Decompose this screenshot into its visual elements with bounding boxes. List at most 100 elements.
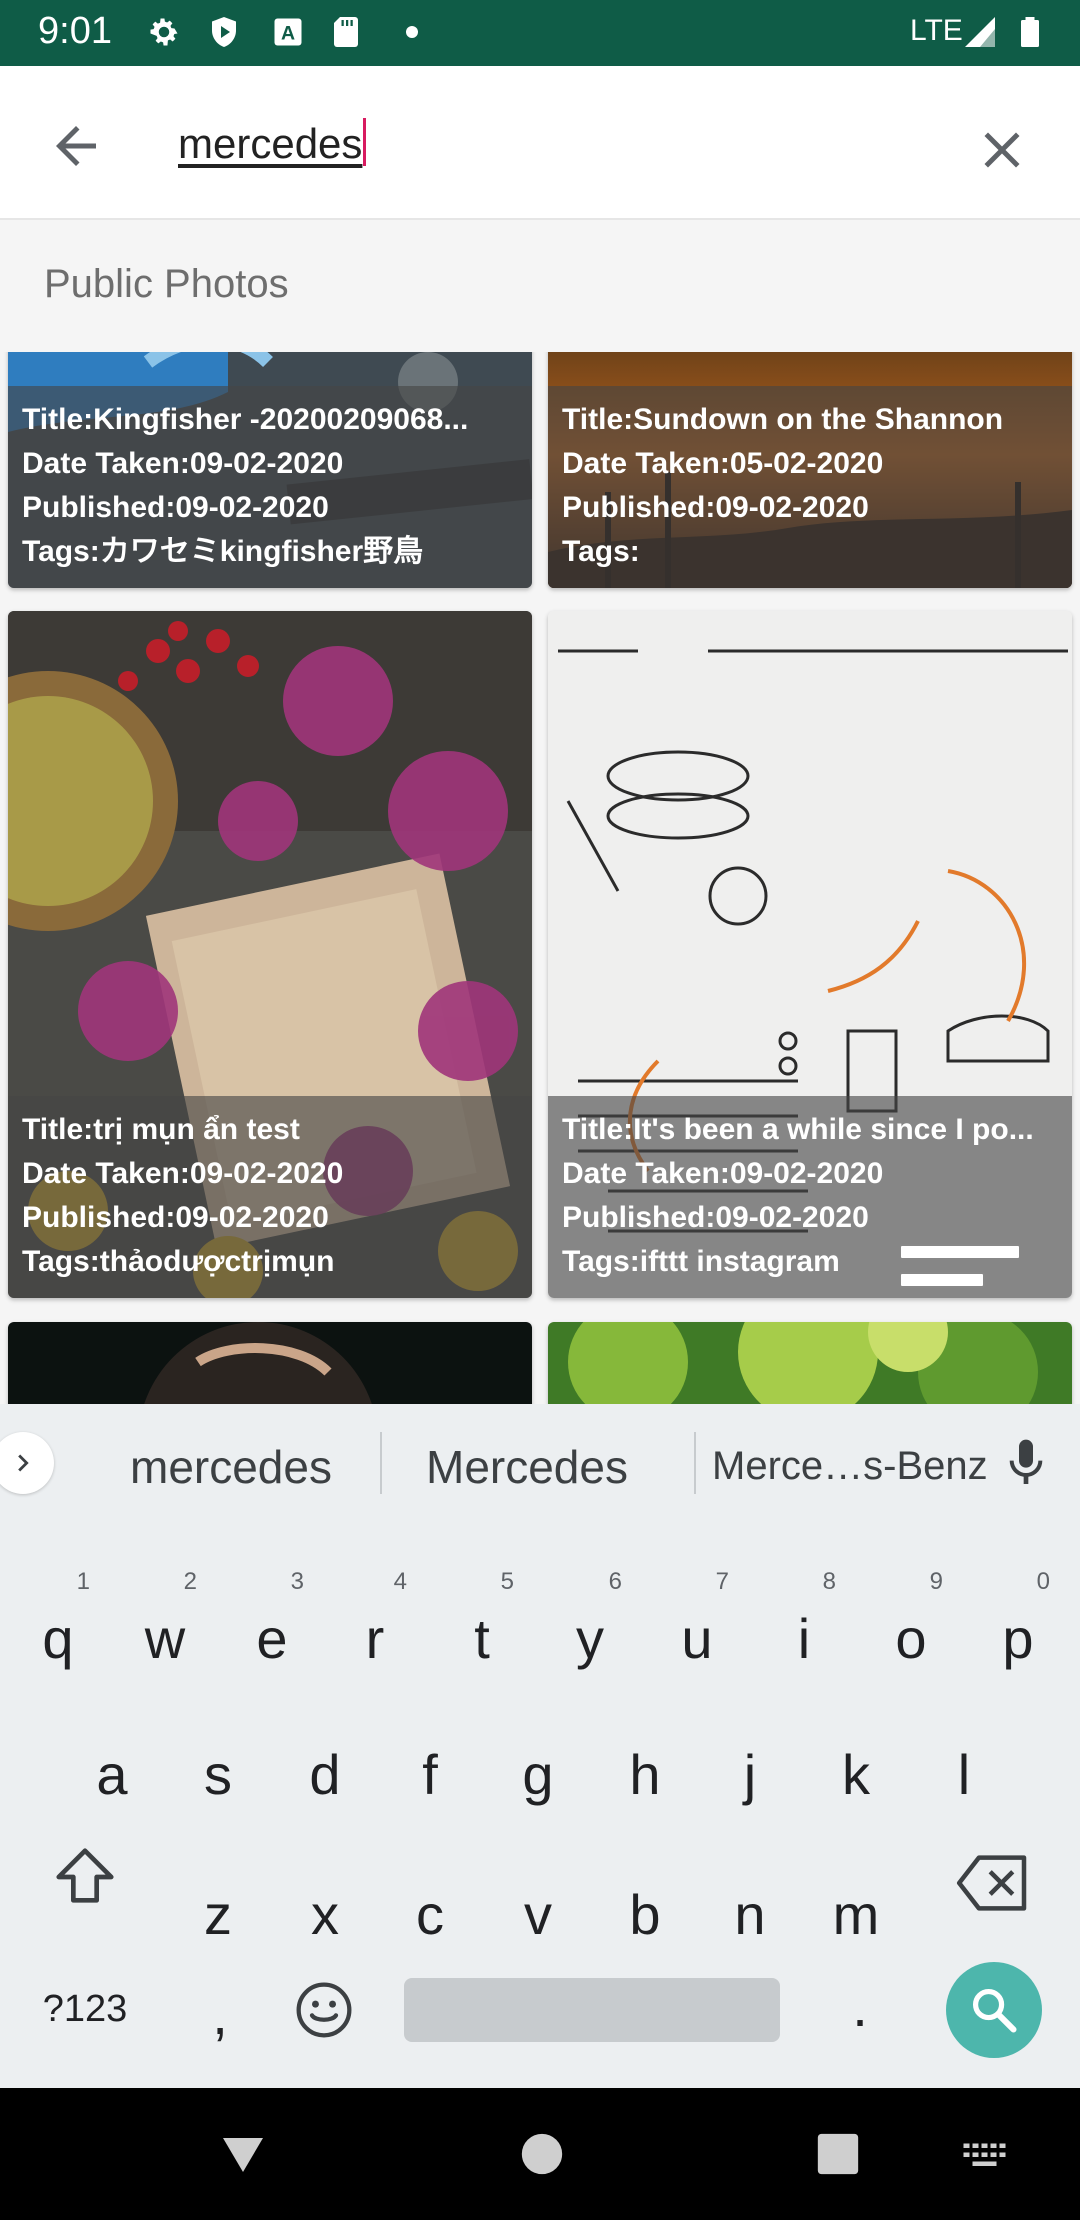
key-hint: 3 [290, 1568, 304, 1595]
photo-published: Published:09-02-2020 [562, 1201, 869, 1234]
photo-meta-overlay: Title:trị mụn ẩn test Date Taken:09-02-2… [8, 1096, 532, 1298]
search-action-key[interactable] [946, 1962, 1042, 2058]
photo-grid[interactable]: Title:Kingfisher -20200209068... Date Ta… [0, 352, 1080, 1404]
key-d[interactable]: d [275, 1730, 375, 1820]
symbols-key[interactable]: ?123 [30, 1964, 140, 2054]
photo-date-taken: Date Taken:05-02-2020 [562, 447, 884, 480]
key-period[interactable]: . [810, 1962, 910, 2052]
photo-tags: Tags:カワセミkingfisher野鳥 [22, 535, 424, 568]
key-a[interactable]: a [62, 1730, 162, 1820]
photo-title: Title:trị mụn ẩn test [22, 1113, 300, 1146]
system-nav-bar [0, 2088, 1080, 2220]
key-label: w [144, 1607, 186, 1670]
photo-meta-overlay: Title:Sundown on the Shannon Date Taken:… [548, 386, 1072, 588]
photo-card[interactable] [548, 1322, 1072, 1404]
suggestion-strip: mercedes Mercedes Merce…s-Benz [0, 1404, 1080, 1522]
shift-icon[interactable] [50, 1842, 120, 1912]
key-b[interactable]: b [595, 1870, 695, 1960]
key-l[interactable]: l [914, 1730, 1014, 1820]
key-hint: 8 [822, 1568, 836, 1595]
key-label: p [1002, 1607, 1034, 1670]
photo-card[interactable]: Title:It's been a while since I po... Da… [548, 611, 1072, 1298]
photo-tags: Tags:thảodượctrịmụn [22, 1245, 335, 1278]
key-hint: 9 [929, 1568, 943, 1595]
key-j[interactable]: j [700, 1730, 800, 1820]
shield-play-icon [212, 17, 236, 47]
key-i[interactable]: i8 [754, 1570, 854, 1684]
key-m[interactable]: m [806, 1870, 906, 1960]
search-app-bar: mercedes [0, 66, 1080, 220]
key-hint: 2 [183, 1568, 197, 1595]
suggestion-1[interactable]: mercedes [130, 1440, 332, 1494]
photo-tags: Tags: [562, 535, 640, 568]
key-label: u [681, 1607, 713, 1670]
photo-thumbnail [8, 1322, 532, 1404]
key-o[interactable]: o9 [861, 1570, 961, 1684]
back-arrow-icon[interactable] [46, 116, 106, 176]
key-q[interactable]: q1 [8, 1570, 108, 1684]
backspace-icon[interactable] [956, 1852, 1030, 1914]
list-menu-icon[interactable] [900, 1243, 1020, 1298]
photo-date-taken: Date Taken:09-02-2020 [22, 447, 344, 480]
key-w[interactable]: w2 [115, 1570, 215, 1684]
search-icon [972, 1988, 1017, 2033]
key-label: t [474, 1607, 490, 1670]
key-comma[interactable]: , [170, 1970, 270, 2060]
key-label: e [256, 1607, 288, 1670]
key-t[interactable]: t5 [432, 1570, 532, 1684]
photo-date-taken: Date Taken:09-02-2020 [562, 1157, 884, 1190]
search-query-text: mercedes [178, 120, 363, 167]
emoji-icon[interactable] [292, 1978, 356, 2042]
key-c[interactable]: c [380, 1870, 480, 1960]
status-time: 9:01 [38, 10, 112, 52]
network-type: LTE [910, 14, 963, 47]
key-hint: 4 [393, 1568, 407, 1595]
key-label: i [797, 1607, 811, 1670]
photo-date-taken: Date Taken:09-02-2020 [22, 1157, 344, 1190]
space-bar[interactable] [404, 1978, 780, 2042]
photo-card[interactable] [8, 1322, 532, 1404]
key-x[interactable]: x [275, 1870, 375, 1960]
key-s[interactable]: s [168, 1730, 268, 1820]
key-y[interactable]: y6 [540, 1570, 640, 1684]
search-input[interactable]: mercedes [178, 118, 367, 168]
home-nav-icon[interactable] [520, 2132, 564, 2176]
suggestion-expand-button[interactable] [0, 1432, 54, 1494]
photo-title: Title:Sundown on the Shannon [562, 403, 1004, 436]
mic-icon[interactable] [998, 1432, 1054, 1494]
photo-thumbnail [548, 1322, 1072, 1404]
soft-keyboard: q1 w2 e3 r4 t5 y6 u7 i8 o9 p0 a s d f g … [0, 1522, 1080, 2088]
key-e[interactable]: e3 [222, 1570, 322, 1684]
key-label: o [895, 1607, 927, 1670]
back-nav-icon[interactable] [218, 2132, 268, 2176]
key-r[interactable]: r4 [325, 1570, 425, 1684]
section-title: Public Photos [44, 262, 289, 306]
clear-icon[interactable] [972, 120, 1032, 180]
key-f[interactable]: f [380, 1730, 480, 1820]
suggestion-3[interactable]: Merce…s-Benz [712, 1444, 988, 1489]
recents-nav-icon[interactable] [816, 2132, 860, 2176]
key-h[interactable]: h [595, 1730, 695, 1820]
suggestion-2[interactable]: Mercedes [426, 1440, 628, 1494]
text-cursor [363, 118, 367, 166]
key-k[interactable]: k [806, 1730, 906, 1820]
key-v[interactable]: v [488, 1870, 588, 1960]
key-p[interactable]: p0 [968, 1570, 1068, 1684]
key-hint: 1 [76, 1568, 90, 1595]
key-z[interactable]: z [168, 1870, 268, 1960]
key-u[interactable]: u7 [647, 1570, 747, 1684]
sd-card-icon [334, 17, 358, 47]
key-n[interactable]: n [700, 1870, 800, 1960]
photo-published: Published:09-02-2020 [22, 1201, 329, 1234]
signal-icon [965, 17, 995, 47]
key-g[interactable]: g [488, 1730, 588, 1820]
key-hint: 6 [608, 1568, 622, 1595]
settings-icon [150, 18, 178, 46]
dot-icon [406, 26, 418, 38]
photo-card[interactable]: Title:trị mụn ẩn test Date Taken:09-02-2… [8, 611, 532, 1298]
photo-published: Published:09-02-2020 [22, 491, 329, 524]
keyboard-switch-icon[interactable] [962, 2142, 1010, 2172]
photo-card[interactable]: Title:Kingfisher -20200209068... Date Ta… [8, 352, 532, 588]
photo-meta-overlay: Title:Kingfisher -20200209068... Date Ta… [8, 386, 532, 588]
photo-card[interactable]: Title:Sundown on the Shannon Date Taken:… [548, 352, 1072, 588]
